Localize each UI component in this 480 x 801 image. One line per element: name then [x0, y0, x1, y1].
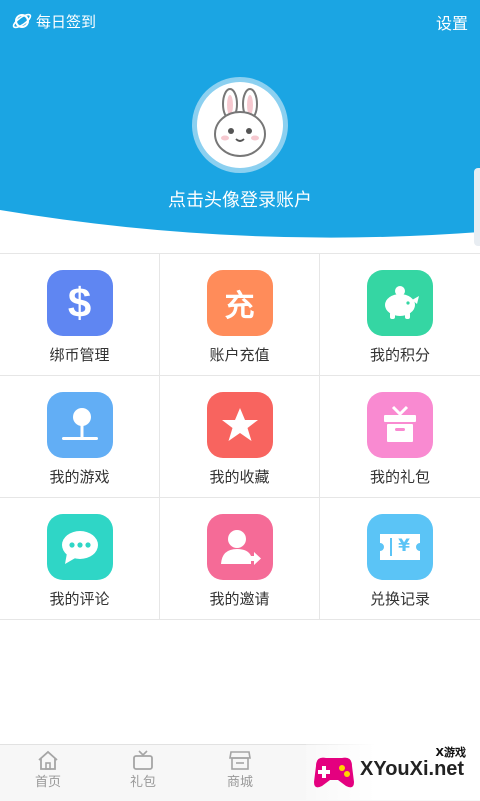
- tab-label: 商城: [226, 775, 253, 790]
- daily-signin-label: 每日签到: [36, 12, 97, 31]
- gift-glyph: [384, 405, 416, 442]
- ticket-icon: ¥: [367, 514, 433, 580]
- menu-item-my-comments[interactable]: 我的评论: [0, 498, 160, 620]
- menu-item-invites[interactable]: 我的邀请: [160, 498, 320, 620]
- menu-item-label: 我的游戏: [49, 468, 110, 486]
- login-prompt[interactable]: 点击头像登录账户: [0, 186, 480, 212]
- recharge-glyph: 充: [224, 289, 255, 324]
- menu-item-label: 我的收藏: [209, 468, 270, 486]
- watermark: X游戏 XYouXi.net: [306, 742, 480, 800]
- menu-item-label: 兑换记录: [369, 590, 430, 608]
- store-icon: [229, 751, 251, 770]
- yen-glyph: ¥: [398, 536, 410, 556]
- tab-store[interactable]: 商城: [210, 749, 270, 790]
- menu-item-bound-coins[interactable]: $ 绑币管理: [0, 254, 160, 376]
- menu-item-label: 账户充值: [209, 346, 270, 364]
- star-glyph: [221, 408, 258, 441]
- piggy-bank-icon: [367, 270, 433, 336]
- settings-button[interactable]: 设置: [436, 10, 468, 34]
- menu-item-label: 我的积分: [369, 346, 430, 364]
- menu-item-my-games[interactable]: 我的游戏: [0, 376, 160, 498]
- menu-item-recharge[interactable]: 充 账户充值: [160, 254, 320, 376]
- menu-item-points[interactable]: 我的积分: [320, 254, 480, 376]
- invite-icon: [206, 514, 273, 580]
- planet-icon: [12, 13, 32, 29]
- home-icon: [38, 750, 58, 770]
- menu-item-redeem-records[interactable]: ¥ 兑换记录: [320, 498, 480, 620]
- menu-item-label: 我的礼包: [369, 468, 430, 486]
- daily-signin-button[interactable]: 每日签到: [12, 10, 96, 32]
- gift-tv-icon: [133, 750, 153, 770]
- dollar-glyph: $: [67, 279, 92, 326]
- feature-grid: $ 绑币管理 充 账户充值 我的积分 我的游戏 我的收藏 我的礼包 我的评论 我…: [0, 253, 480, 620]
- tab-home[interactable]: 首页: [18, 749, 78, 790]
- rabbit-avatar-icon: [214, 88, 266, 157]
- menu-item-label: 我的邀请: [209, 590, 270, 608]
- menu-item-label: 绑币管理: [49, 346, 110, 364]
- menu-item-favorites[interactable]: 我的收藏: [160, 376, 320, 498]
- joystick-glyph: [61, 408, 98, 440]
- invite-glyph: [220, 530, 261, 565]
- recharge-icon: 充: [206, 270, 273, 336]
- avatar[interactable]: [192, 77, 288, 173]
- star-icon: [206, 392, 273, 458]
- edge-handle: [474, 168, 480, 246]
- tab-label: 礼包: [129, 775, 156, 790]
- profile-header: 每日签到 设置 点击头像登录账户: [0, 0, 480, 250]
- menu-item-my-gifts[interactable]: 我的礼包: [320, 376, 480, 498]
- tab-gifts[interactable]: 礼包: [113, 749, 173, 790]
- comment-icon: [46, 514, 113, 580]
- tab-label: 首页: [34, 775, 61, 790]
- piggy-bank-glyph: [385, 286, 419, 319]
- watermark-en-text: XYouXi.net: [360, 758, 465, 780]
- gamepad-logo-icon: [314, 757, 354, 788]
- dollar-icon: $: [46, 270, 113, 336]
- comment-glyph: [61, 531, 98, 564]
- joystick-icon: [46, 392, 113, 458]
- menu-item-label: 我的评论: [49, 590, 110, 608]
- gift-icon: [367, 392, 433, 458]
